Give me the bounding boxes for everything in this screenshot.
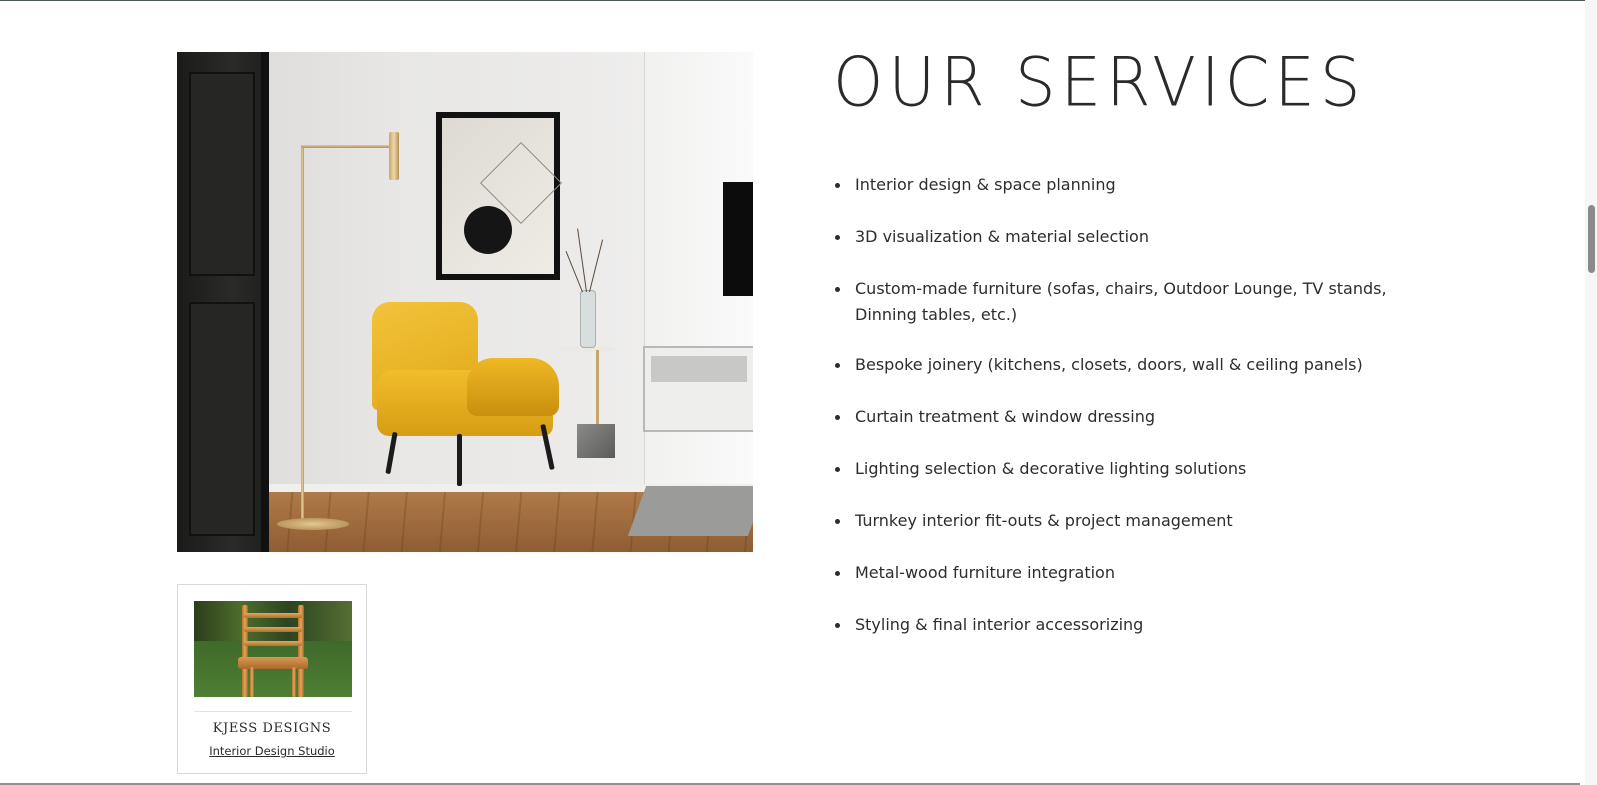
chair-leg [250, 667, 254, 697]
side-table-pole [596, 350, 599, 426]
hero-image-living-room [177, 52, 753, 552]
dark-wardrobe [177, 52, 269, 552]
service-item: Styling & final interior accessorizing [833, 612, 1393, 638]
chair-leg [292, 667, 296, 697]
chair-thumbnail [194, 601, 352, 697]
wall-tv [723, 182, 753, 296]
armchair-leg [457, 434, 462, 486]
wall-art-mat [442, 118, 563, 274]
wardrobe-edge [261, 52, 269, 552]
chair-rail [244, 641, 302, 646]
wardrobe-panel [189, 72, 255, 276]
floor-lamp-head [389, 132, 399, 180]
vertical-scrollbar[interactable] [1585, 0, 1597, 785]
chair-seat [238, 657, 308, 669]
floor-lamp-base [277, 518, 349, 530]
service-item: Turnkey interior fit-outs & project mana… [833, 508, 1393, 534]
floor-lamp-pole [301, 145, 304, 525]
service-item: Curtain treatment & window dressing [833, 404, 1393, 430]
armchair-arm [467, 358, 559, 416]
chair-post [242, 605, 248, 697]
wall-art-circle [464, 206, 512, 254]
tv-cabinet [643, 346, 753, 432]
service-item: 3D visualization & material selection [833, 224, 1393, 250]
chair-rail [244, 627, 302, 632]
services-heading: OUR SERVICES [833, 44, 1366, 123]
wardrobe-panel [189, 302, 255, 536]
brand-name: KJESS DESIGNS [212, 721, 332, 736]
top-divider [0, 0, 1597, 1]
service-item: Bespoke joinery (kitchens, closets, door… [833, 352, 1393, 378]
chair-post [298, 605, 304, 697]
designer-credit-card: KJESS DESIGNS Interior Design Studio [177, 584, 367, 774]
services-list: Interior design & space planning 3D visu… [833, 172, 1393, 664]
scrollbar-thumb[interactable] [1588, 205, 1595, 273]
thumbnail-foliage [194, 601, 352, 641]
floor-lamp-arm [301, 145, 395, 148]
glass-vase [580, 290, 596, 348]
service-item: Lighting selection & decorative lighting… [833, 456, 1393, 482]
chair-rail [244, 613, 302, 618]
card-divider [194, 711, 352, 712]
service-item: Interior design & space planning [833, 172, 1393, 198]
service-item: Metal-wood furniture integration [833, 560, 1393, 586]
side-table-base [577, 424, 615, 458]
wall-art-frame [436, 112, 563, 280]
studio-link[interactable]: Interior Design Studio [178, 744, 366, 758]
service-item: Custom-made furniture (sofas, chairs, Ou… [833, 276, 1393, 328]
area-rug [627, 486, 753, 536]
tv-cabinet-shelf [651, 356, 747, 382]
